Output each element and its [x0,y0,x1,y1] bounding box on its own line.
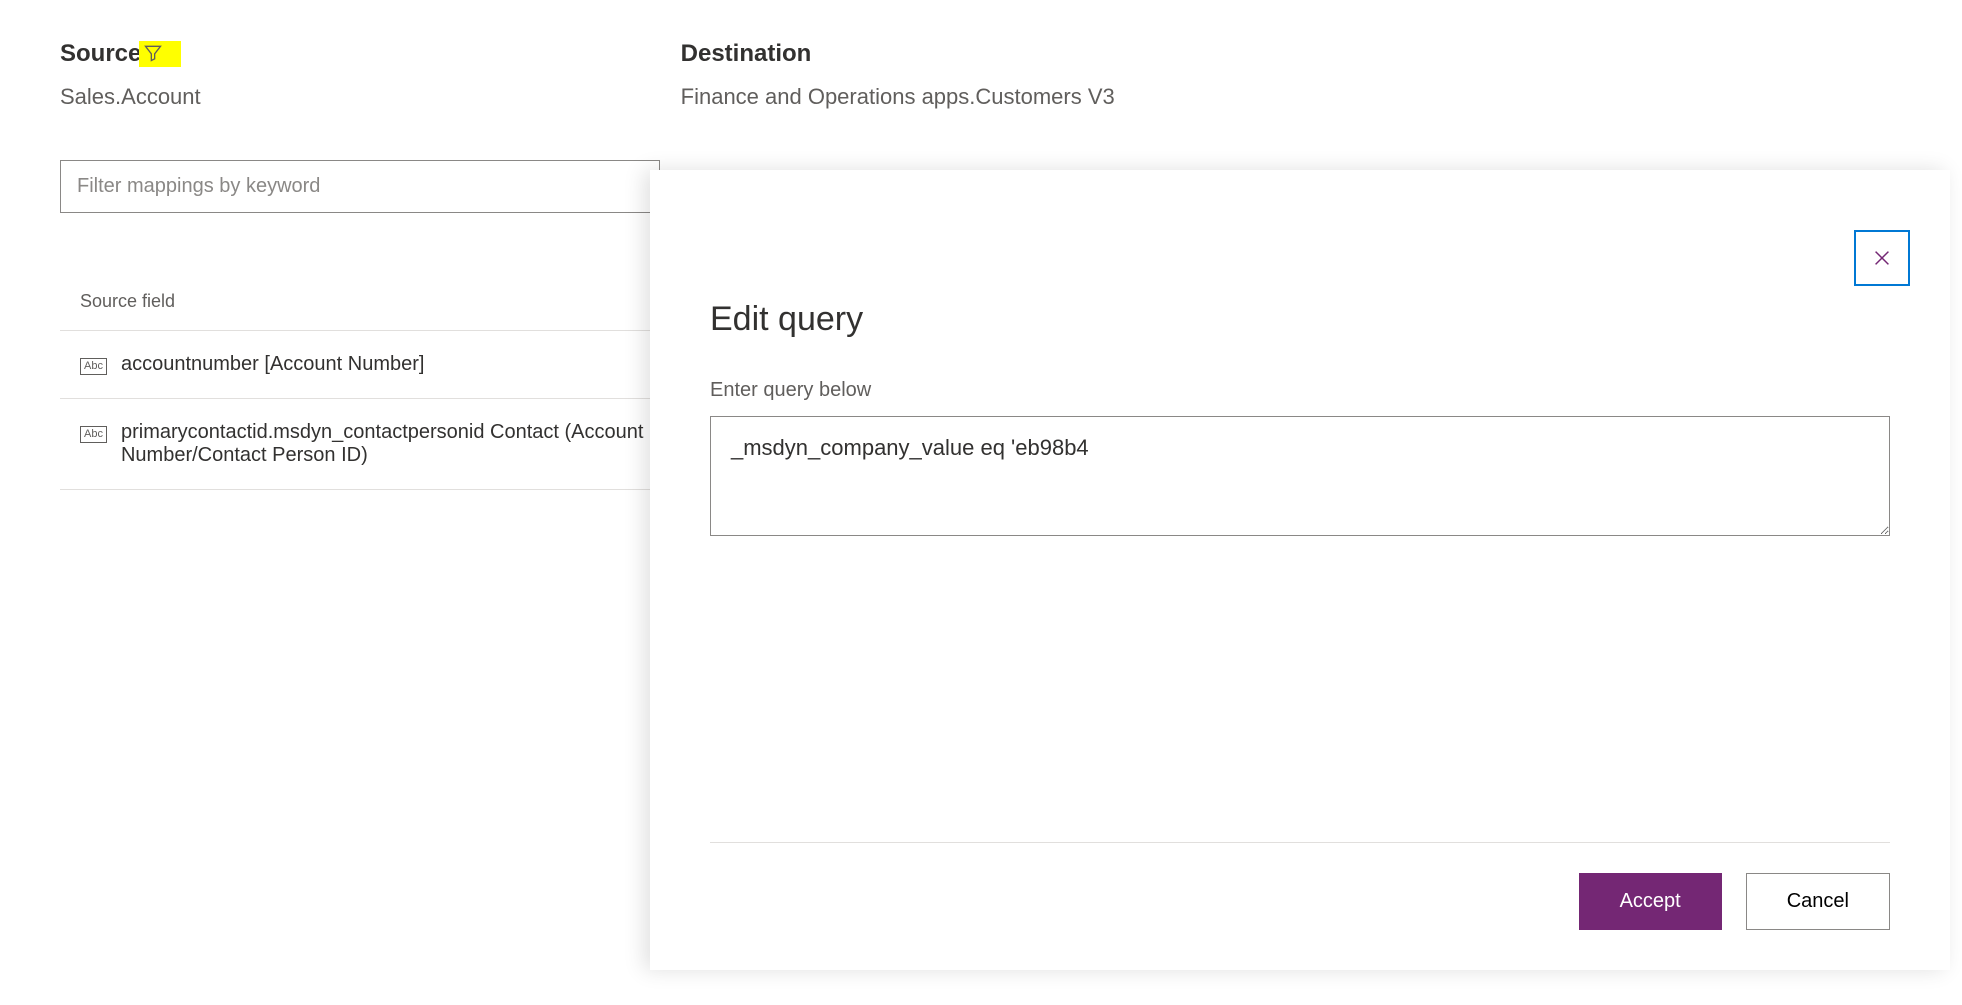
destination-value: Finance and Operations apps.Customers V3 [681,84,1115,110]
close-button[interactable] [1854,230,1910,286]
filter-icon-highlight [139,41,181,67]
column-header-source-field: Source field [60,273,680,331]
table-row[interactable]: Abc accountnumber [Account Number] [60,331,680,399]
dialog-title: Edit query [710,300,1890,339]
filter-mappings-input[interactable] [60,160,660,213]
destination-label: Destination [681,40,812,68]
accept-button[interactable]: Accept [1579,873,1722,930]
close-icon [1871,247,1893,269]
source-value: Sales.Account [60,84,201,110]
field-name: accountnumber [Account Number] [121,353,425,376]
query-input[interactable] [710,416,1890,536]
cancel-button[interactable]: Cancel [1746,873,1890,930]
edit-query-dialog: Edit query Enter query below Accept Canc… [650,170,1950,970]
field-name: primarycontactid.msdyn_contactpersonid C… [121,421,680,467]
table-row[interactable]: Abc primarycontactid.msdyn_contactperson… [60,399,680,490]
text-type-icon: Abc [80,426,107,443]
source-label: Source [60,40,141,68]
funnel-icon[interactable] [143,43,163,63]
query-label: Enter query below [710,379,1890,402]
text-type-icon: Abc [80,358,107,375]
